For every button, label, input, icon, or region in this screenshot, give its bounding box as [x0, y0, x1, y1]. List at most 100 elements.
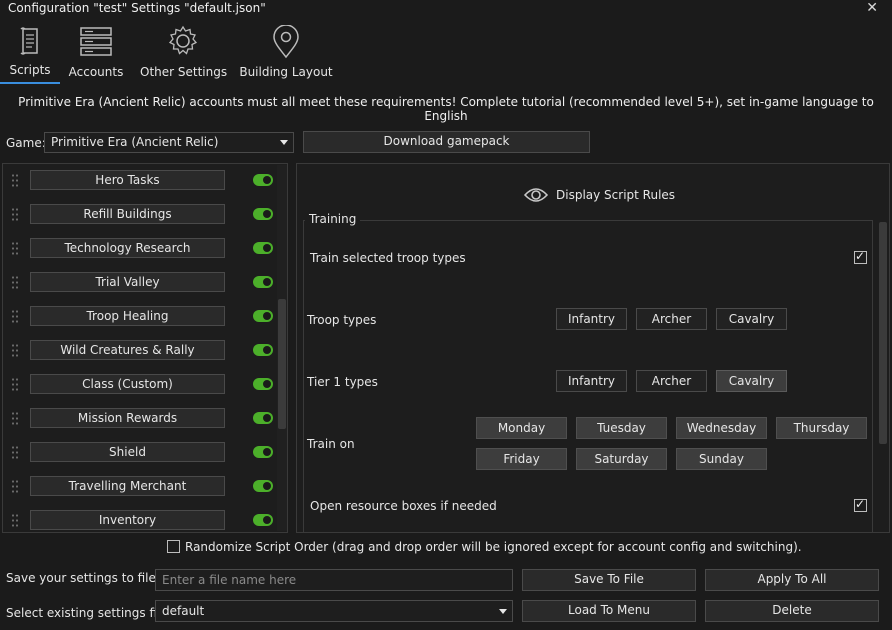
script-button[interactable]: Wild Creatures & Rally: [30, 340, 225, 360]
list-item: Inventory: [3, 510, 273, 532]
window-title: Configuration "test" Settings "default.j…: [8, 1, 266, 15]
day-wednesday-button[interactable]: Wednesday: [676, 417, 767, 439]
script-button[interactable]: Travelling Merchant: [30, 476, 225, 496]
list-item: Trial Valley: [3, 272, 273, 294]
script-settings-panel: Display Script Rules Training Train sele…: [296, 163, 890, 533]
checkmark-icon: ✓: [855, 497, 866, 511]
drag-handle-icon[interactable]: [11, 479, 19, 495]
server-list-icon: [80, 27, 112, 56]
open-boxes-checkbox[interactable]: ✓: [854, 497, 867, 512]
apply-to-all-button[interactable]: Apply To All: [705, 569, 879, 591]
troop-types-label: Troop types: [307, 313, 377, 327]
file-name-input[interactable]: [155, 569, 513, 591]
list-item: Refill Buildings: [3, 204, 273, 226]
tier1-cavalry-button[interactable]: Cavalry: [716, 370, 787, 392]
settings-file-select[interactable]: default: [155, 600, 513, 622]
select-settings-label: Select existing settings file: [6, 606, 168, 620]
drag-handle-icon[interactable]: [11, 275, 19, 291]
display-script-rules-label: Display Script Rules: [556, 188, 676, 202]
drag-handle-icon[interactable]: [11, 173, 19, 189]
tier1-infantry-button[interactable]: Infantry: [556, 370, 627, 392]
scripts-scrollbar-thumb[interactable]: [278, 299, 286, 429]
script-toggle[interactable]: [253, 242, 273, 254]
drag-handle-icon[interactable]: [11, 343, 19, 359]
script-toggle[interactable]: [253, 514, 273, 526]
settings-scrollbar-thumb[interactable]: [879, 222, 887, 444]
scroll-icon: [20, 27, 38, 55]
script-toggle[interactable]: [253, 276, 273, 288]
game-select[interactable]: Primitive Era (Ancient Relic): [44, 132, 294, 153]
tab-label: Building Layout: [239, 65, 333, 79]
settings-file-value: default: [162, 604, 205, 618]
script-button[interactable]: Mission Rewards: [30, 408, 225, 428]
list-item: Class (Custom): [3, 374, 273, 396]
list-item: Mission Rewards: [3, 408, 273, 430]
load-to-menu-button[interactable]: Load To Menu: [522, 600, 696, 622]
chevron-down-icon: [280, 140, 288, 145]
map-pin-icon: [273, 25, 299, 59]
script-button[interactable]: Hero Tasks: [30, 170, 225, 190]
script-button[interactable]: Technology Research: [30, 238, 225, 258]
script-button[interactable]: Trial Valley: [30, 272, 225, 292]
randomize-label: Randomize Script Order (drag and drop or…: [185, 540, 802, 554]
game-label: Game:: [6, 136, 46, 150]
day-tuesday-button[interactable]: Tuesday: [576, 417, 667, 439]
day-sunday-button[interactable]: Sunday: [676, 448, 767, 470]
troop-type-infantry-button[interactable]: Infantry: [556, 308, 627, 330]
list-item: Shield: [3, 442, 273, 464]
gear-icon: [168, 25, 198, 55]
tab-building-layout[interactable]: Building Layout: [236, 22, 336, 84]
script-button[interactable]: Inventory: [30, 510, 225, 530]
drag-handle-icon[interactable]: [11, 377, 19, 393]
tab-scripts[interactable]: Scripts: [0, 22, 60, 84]
close-icon[interactable]: ✕: [866, 0, 878, 16]
checkmark-icon: ✓: [855, 249, 866, 263]
script-toggle[interactable]: [253, 344, 273, 356]
eye-icon: [523, 188, 549, 202]
open-boxes-label: Open resource boxes if needed: [310, 499, 497, 513]
script-button[interactable]: Class (Custom): [30, 374, 225, 394]
script-button[interactable]: Troop Healing: [30, 306, 225, 326]
drag-handle-icon[interactable]: [11, 445, 19, 461]
drag-handle-icon[interactable]: [11, 241, 19, 257]
drag-handle-icon[interactable]: [11, 309, 19, 325]
tier1-archer-button[interactable]: Archer: [636, 370, 707, 392]
scripts-list: Hero Tasks Refill Buildings Technology R…: [2, 163, 288, 533]
drag-handle-icon[interactable]: [11, 411, 19, 427]
requirements-notice: Primitive Era (Ancient Relic) accounts m…: [18, 95, 874, 123]
day-saturday-button[interactable]: Saturday: [576, 448, 667, 470]
tier1-types-label: Tier 1 types: [307, 375, 378, 389]
drag-handle-icon[interactable]: [11, 513, 19, 529]
script-toggle[interactable]: [253, 446, 273, 458]
troop-type-cavalry-button[interactable]: Cavalry: [716, 308, 787, 330]
tab-accounts[interactable]: Accounts: [62, 22, 130, 84]
script-button[interactable]: Shield: [30, 442, 225, 462]
day-friday-button[interactable]: Friday: [476, 448, 567, 470]
download-gamepack-button[interactable]: Download gamepack: [303, 131, 590, 153]
train-selected-checkbox[interactable]: ✓: [854, 249, 867, 264]
list-item: Travelling Merchant: [3, 476, 273, 498]
randomize-checkbox[interactable]: [167, 540, 180, 553]
script-toggle[interactable]: [253, 174, 273, 186]
script-button[interactable]: Refill Buildings: [30, 204, 225, 224]
tab-other-settings[interactable]: Other Settings: [140, 22, 228, 84]
list-item: Troop Healing: [3, 306, 273, 328]
troop-type-archer-button[interactable]: Archer: [636, 308, 707, 330]
save-to-file-button[interactable]: Save To File: [522, 569, 696, 591]
train-on-label: Train on: [307, 437, 355, 451]
tab-label: Accounts: [68, 65, 124, 79]
script-toggle[interactable]: [253, 378, 273, 390]
script-toggle[interactable]: [253, 208, 273, 220]
script-toggle[interactable]: [253, 310, 273, 322]
script-toggle[interactable]: [253, 412, 273, 424]
day-monday-button[interactable]: Monday: [476, 417, 567, 439]
delete-button[interactable]: Delete: [705, 600, 879, 622]
drag-handle-icon[interactable]: [11, 207, 19, 223]
script-toggle[interactable]: [253, 480, 273, 492]
list-item: Hero Tasks: [3, 170, 273, 192]
day-thursday-button[interactable]: Thursday: [776, 417, 867, 439]
title-bar: Configuration "test" Settings "default.j…: [0, 0, 892, 18]
tab-label: Scripts: [9, 63, 51, 77]
tab-bar: Scripts Accounts Other Settings Building…: [0, 22, 892, 84]
tab-label: Other Settings: [140, 65, 228, 79]
